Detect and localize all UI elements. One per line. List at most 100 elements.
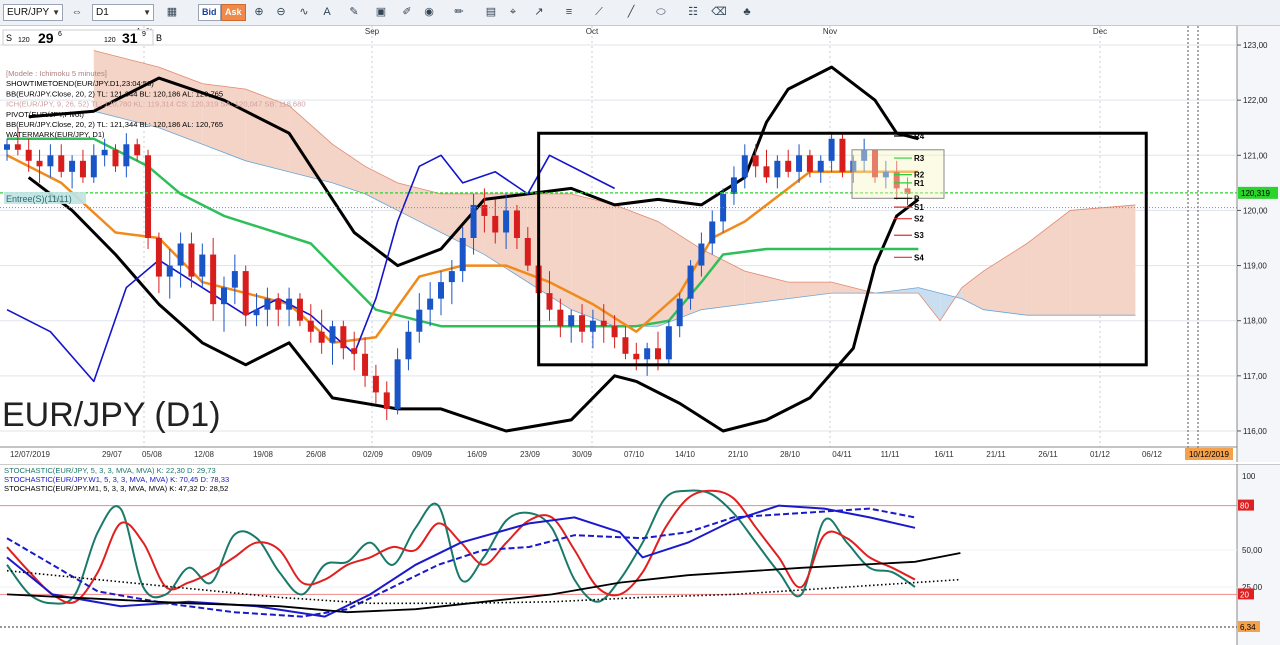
date-tick-label: 09/09 xyxy=(412,450,433,459)
candle-body xyxy=(763,166,770,178)
date-tick-label: 07/10 xyxy=(624,450,645,459)
candle-body xyxy=(796,155,803,172)
highlighter-icon[interactable]: ✏ xyxy=(450,4,468,21)
date-axis: 12/07/2019 29/07 05/08 12/08 19/08 26/08 02/09… xyxy=(0,446,1237,460)
prev-next-icon[interactable]: ⇔ xyxy=(68,4,86,21)
symbol-select[interactable]: EUR/JPY ▼ xyxy=(3,4,63,21)
candle-body xyxy=(665,326,672,360)
price-tick-label: 119,00 xyxy=(1243,262,1267,271)
date-tick-label: 14/10 xyxy=(675,450,696,459)
text-icon[interactable]: A xyxy=(318,4,336,21)
buy-label: B xyxy=(156,33,162,43)
price-tick-label: 122,00 xyxy=(1243,96,1268,105)
chart-type-icon[interactable]: ▦ xyxy=(163,4,181,21)
date-tick-label: 19/08 xyxy=(253,450,274,459)
candle-body xyxy=(405,331,412,360)
stoch-top-label: 100 xyxy=(1242,472,1256,481)
candle-body xyxy=(318,331,325,343)
candle-body xyxy=(438,282,444,299)
quote-box[interactable]: S 120 29 6 120 31 9 B xyxy=(2,29,162,46)
candle-body xyxy=(4,144,10,150)
candle-body xyxy=(210,254,217,305)
candle-body xyxy=(362,353,369,376)
ellipse-icon[interactable]: ⬭ xyxy=(652,4,670,21)
legend-line: [Modele : Ichimoku 5 minutes] xyxy=(6,69,107,78)
object-list-icon[interactable]: ☷ xyxy=(684,4,702,21)
candle-body xyxy=(231,271,238,288)
bid-button[interactable]: Bid xyxy=(198,4,221,21)
indicator-icon[interactable]: ∿ xyxy=(295,4,313,21)
date-tick-label: 21/11 xyxy=(986,450,1006,459)
date-tick-label: 16/11 xyxy=(934,450,954,459)
candle-body xyxy=(459,238,466,272)
chevron-down-icon: ▼ xyxy=(143,8,151,17)
line-icon[interactable]: ⟋ xyxy=(590,4,608,21)
zoom-in-icon[interactable]: ⊕ xyxy=(250,4,268,21)
candle-body xyxy=(622,337,629,354)
candle-body xyxy=(492,215,499,233)
candle-body xyxy=(296,298,303,321)
candle-body xyxy=(741,155,748,178)
candle-body xyxy=(221,287,227,305)
candle-body xyxy=(383,392,390,409)
globe-icon[interactable]: ◉ xyxy=(420,4,438,21)
date-tick-label: 06/12 xyxy=(1142,450,1163,459)
candle-body xyxy=(177,243,184,266)
candle-body xyxy=(416,309,423,332)
stoch-legend-line: STOCHASTIC(EUR/JPY, 5, 3, 3, MVA, MVA) K… xyxy=(4,466,216,475)
pivot-label: R4 xyxy=(914,132,925,141)
watermark-symbol: EUR/JPY (D1) xyxy=(2,396,221,434)
candle-body xyxy=(199,254,206,277)
candle-body xyxy=(752,155,759,167)
date-tick-label: 29/07 xyxy=(102,450,123,459)
eraser-icon[interactable]: ⌫ xyxy=(710,4,728,21)
draw-icon[interactable]: ✎ xyxy=(345,4,363,21)
candle-body xyxy=(557,309,564,327)
price-tick-label: 121,00 xyxy=(1243,151,1268,160)
candle-body xyxy=(698,243,705,266)
symbol-value: EUR/JPY xyxy=(7,7,50,18)
candle-body xyxy=(633,353,640,360)
candle-body xyxy=(145,155,152,238)
candle-body xyxy=(687,265,694,299)
candle-body xyxy=(188,243,195,277)
pivot-label: S3 xyxy=(914,231,924,240)
buy-price-pip: 9 xyxy=(142,31,146,38)
pencil-icon[interactable]: ✐ xyxy=(398,4,416,21)
date-tick-label: 26/08 xyxy=(306,450,327,459)
month-label: Dec xyxy=(1093,27,1107,36)
trend-line-icon[interactable]: ╱ xyxy=(622,4,640,21)
candle-body xyxy=(448,271,455,283)
date-tick-label: 11/11 xyxy=(881,450,900,459)
ask-button[interactable]: Ask xyxy=(221,4,246,21)
timeframe-select[interactable]: D1 ▼ xyxy=(92,4,154,21)
candle-body xyxy=(513,210,520,238)
image-icon[interactable]: ▤ xyxy=(482,4,500,21)
candle-body xyxy=(101,149,108,156)
date-tick-label: 30/09 xyxy=(572,450,593,459)
candle-body xyxy=(134,144,141,156)
arrow-line-icon[interactable]: ↗ xyxy=(530,4,548,21)
date-tick-label: 02/09 xyxy=(363,450,384,459)
stochastic-panel[interactable]: 25,0050,0010080206,34 STOCHASTIC(EUR/JPY… xyxy=(0,464,1280,645)
month-label: Oct xyxy=(586,27,599,36)
entry-label[interactable]: Entree(S)(11/11) xyxy=(4,192,86,204)
candle-body xyxy=(14,144,21,150)
menu-icon[interactable]: ≡ xyxy=(560,4,578,21)
tree-icon[interactable]: ♣ xyxy=(738,4,756,21)
stoch-upper-label: 80 xyxy=(1240,502,1249,511)
entry-label-text: Entree(S)(11/11) xyxy=(6,194,72,204)
chevron-down-icon: ▼ xyxy=(52,8,60,17)
candle-body xyxy=(828,138,835,161)
date-tick-label: 12/08 xyxy=(194,450,215,459)
price-chart[interactable]: AoûtSepOctNovDec R4R3R2R1PS1S2S3S4 116,0… xyxy=(0,26,1280,462)
crosshair-icon[interactable]: ⌖ xyxy=(504,4,522,21)
screenshot-icon[interactable]: ▣ xyxy=(372,4,390,21)
zoom-out-icon[interactable]: ⊖ xyxy=(272,4,290,21)
candle-body xyxy=(470,204,477,238)
legend-line: BB(EUR/JPY.Close, 20, 2) TL: 121,344 BL:… xyxy=(6,120,223,129)
candle-body xyxy=(611,326,618,338)
candle-body xyxy=(286,298,293,310)
date-tick-label: 01/12 xyxy=(1090,450,1111,459)
stoch-legend-line: STOCHASTIC(EUR/JPY.W1, 5, 3, 3, MVA, MVA… xyxy=(4,475,229,484)
